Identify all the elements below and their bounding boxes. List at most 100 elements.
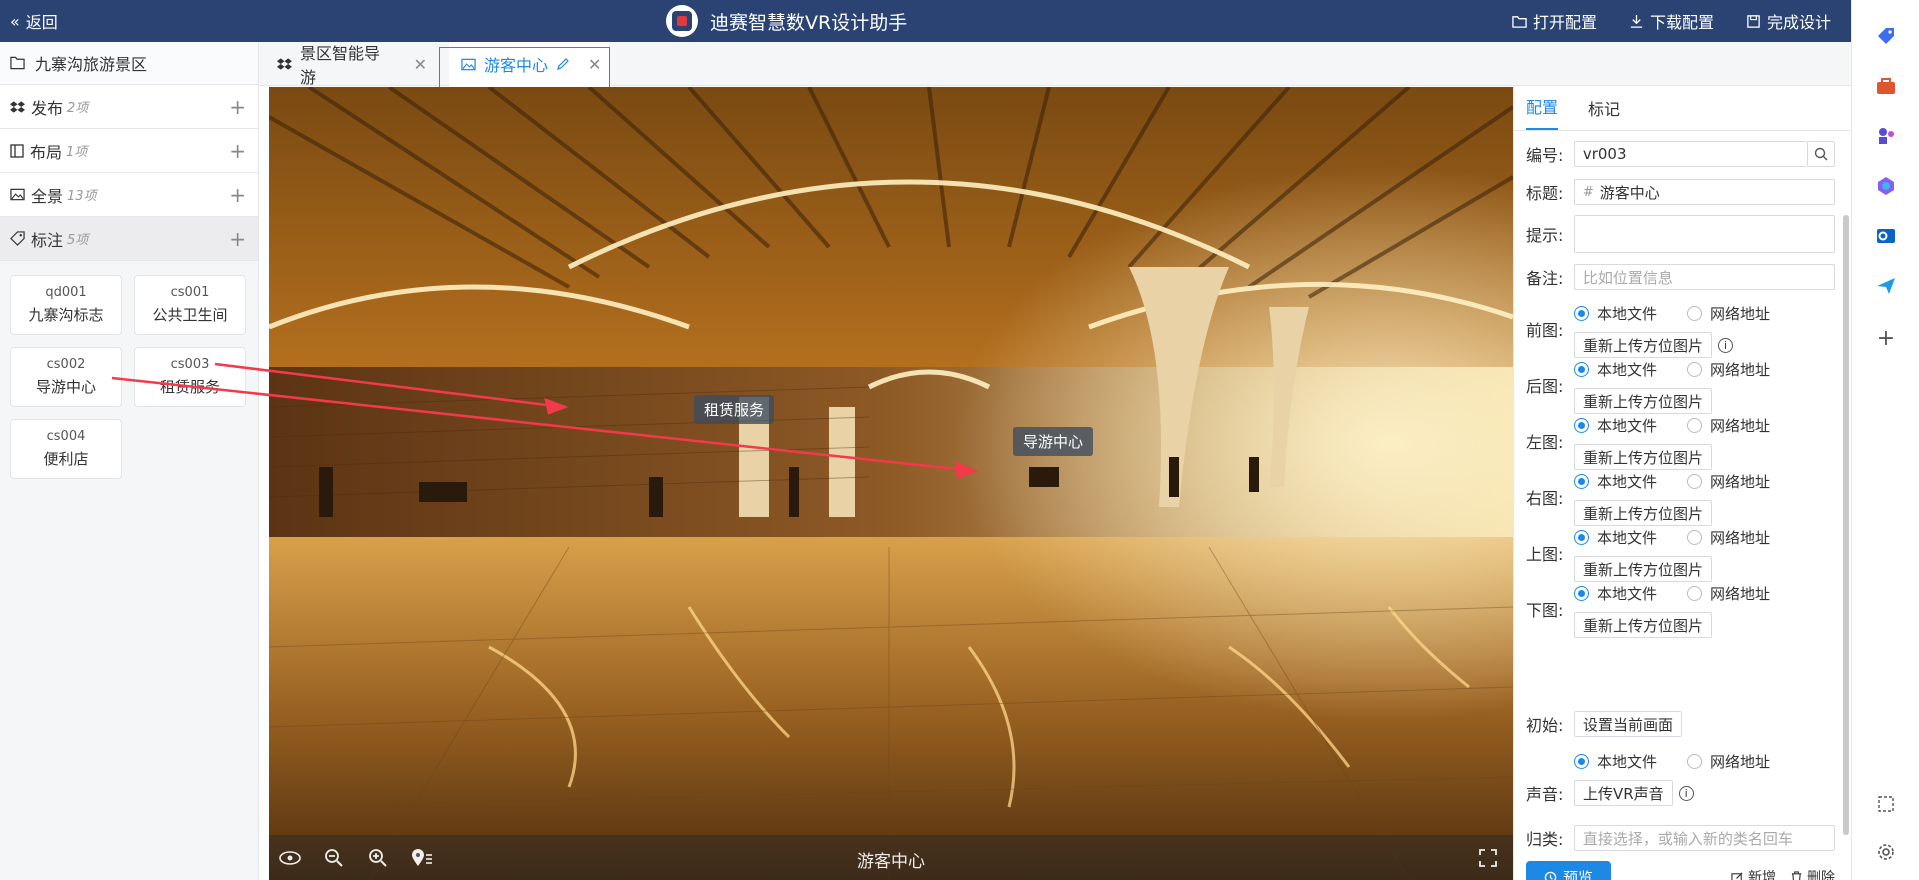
marker-code: cs003 (170, 357, 210, 372)
delete-button[interactable]: 删除 (1790, 867, 1835, 880)
sidebar-section-marker[interactable]: 标注 5项 + (0, 217, 258, 261)
face-radio-net[interactable]: 网络地址 (1687, 415, 1770, 436)
location-list-icon[interactable] (409, 845, 435, 871)
radio-selected-icon (1574, 418, 1589, 433)
set-current-view-button[interactable]: 设置当前画面 (1574, 711, 1683, 737)
face-radio-net[interactable]: 网络地址 (1687, 527, 1770, 548)
hint-input[interactable] (1573, 215, 1835, 253)
field-sound-row: 声音: 本地文件 网络地址 上传VR声音 i (1526, 751, 1835, 806)
face-radio-net[interactable]: 网络地址 (1687, 303, 1770, 324)
sidebar-section-panorama[interactable]: 全景 13项 + (0, 173, 258, 217)
settings-gear-icon[interactable] (1872, 838, 1900, 866)
add-layout-button[interactable]: + (229, 139, 246, 163)
back-button[interactable]: « 返回 (10, 0, 58, 42)
radio-selected-icon (1574, 754, 1589, 769)
add-button[interactable]: 新增 (1731, 867, 1776, 880)
tab-marker[interactable]: 标记 (1588, 96, 1620, 130)
face-radio-net[interactable]: 网络地址 (1687, 583, 1770, 604)
marker-card[interactable]: cs001 公共卫生间 (134, 275, 246, 335)
category-input[interactable]: 直接选择，或输入新的类名回车 (1573, 825, 1835, 851)
copilot-icon[interactable] (1872, 172, 1900, 200)
zoom-in-icon[interactable] (365, 845, 391, 871)
marker-card[interactable]: cs002 导游中心 (10, 347, 122, 407)
title-input[interactable]: # 游客中心 (1573, 179, 1835, 205)
tag-extension-icon[interactable] (1872, 22, 1900, 50)
reupload-face-image-button[interactable]: 重新上传方位图片 (1574, 332, 1713, 358)
section-count: 13项 (67, 189, 97, 204)
field-label: 标题: (1526, 184, 1564, 203)
face-radio-net[interactable]: 网络地址 (1687, 359, 1770, 380)
zoom-out-icon[interactable] (321, 845, 347, 871)
panel-footer: 预览 新增 删除 (1526, 861, 1835, 880)
panorama-viewer[interactable]: 租赁服务 导游中心 游客中心 (269, 87, 1513, 880)
remark-input[interactable]: 比如位置信息 (1573, 264, 1835, 290)
marker-code: cs004 (46, 429, 86, 444)
radio-icon (1687, 530, 1703, 545)
sound-radio-local[interactable]: 本地文件 (1574, 751, 1657, 772)
radio-selected-icon (1574, 586, 1589, 601)
download-config-label: 下载配置 (1649, 13, 1714, 32)
tab-config[interactable]: 配置 (1526, 94, 1559, 130)
tab-label: 游客中心 (484, 56, 549, 75)
sidebar-root-label: 九寨沟旅游景区 (35, 55, 148, 74)
add-panorama-button[interactable]: + (229, 183, 246, 207)
radio-label: 本地文件 (1597, 417, 1658, 435)
face-radio-local[interactable]: 本地文件 (1574, 583, 1657, 604)
preview-label: 预览 (1563, 868, 1594, 880)
browser-side-rail: + (1851, 0, 1919, 880)
info-icon[interactable]: i (1718, 337, 1734, 353)
viewer-control-bar: 游客中心 (269, 835, 1513, 880)
panel-scrollbar[interactable] (1843, 215, 1849, 835)
send-icon[interactable] (1872, 272, 1900, 300)
marker-card[interactable]: cs004 便利店 (10, 419, 122, 479)
screenshot-icon[interactable] (1872, 790, 1900, 818)
upload-sound-button[interactable]: 上传VR声音 (1574, 780, 1673, 806)
field-label: 初始: (1526, 716, 1564, 735)
face-radio-net[interactable]: 网络地址 (1687, 471, 1770, 492)
section-label: 全景 (31, 186, 64, 206)
radio-label: 网络地址 (1710, 585, 1771, 603)
edit-pencil-icon[interactable] (556, 57, 570, 71)
close-tab-icon[interactable]: ✕ (588, 55, 601, 74)
tab-visitor-center[interactable]: 游客中心 ✕ (449, 42, 609, 86)
hotspot-guide-center[interactable]: 导游中心 (1013, 427, 1094, 456)
marker-card[interactable]: cs003 租赁服务 (134, 347, 246, 407)
info-icon[interactable]: i (1678, 785, 1694, 801)
preview-button[interactable]: 预览 (1526, 861, 1612, 880)
face-radio-local[interactable]: 本地文件 (1574, 527, 1657, 548)
id-input[interactable]: vr003 (1573, 141, 1808, 167)
rotate-icon[interactable] (277, 845, 303, 871)
search-button[interactable] (1807, 141, 1835, 167)
radio-label: 本地文件 (1597, 529, 1658, 547)
download-config-button[interactable]: 下载配置 (1629, 9, 1714, 33)
marker-card[interactable]: qd001 九寨沟标志 (10, 275, 122, 335)
finish-design-button[interactable]: 完成设计 (1746, 9, 1831, 33)
reupload-face-image-button[interactable]: 重新上传方位图片 (1574, 612, 1713, 638)
face-radio-local[interactable]: 本地文件 (1574, 303, 1657, 324)
open-config-button[interactable]: 打开配置 (1512, 9, 1597, 33)
tab-scenic-guide[interactable]: 景区智能导游 ✕ (277, 42, 427, 87)
reupload-face-image-button[interactable]: 重新上传方位图片 (1574, 388, 1713, 414)
face-radio-local[interactable]: 本地文件 (1574, 415, 1657, 436)
field-label: 左图: (1526, 433, 1564, 452)
sidebar-section-layout[interactable]: 布局 1项 + (0, 129, 258, 173)
add-icon[interactable]: + (1872, 324, 1900, 352)
face-radio-local[interactable]: 本地文件 (1574, 359, 1657, 380)
toolbox-icon[interactable] (1872, 72, 1900, 100)
face-radio-local[interactable]: 本地文件 (1574, 471, 1657, 492)
reupload-face-image-button[interactable]: 重新上传方位图片 (1574, 556, 1713, 582)
sidebar-root-item[interactable]: 九寨沟旅游景区 (0, 42, 258, 85)
add-marker-button[interactable]: + (229, 227, 246, 251)
add-publish-button[interactable]: + (229, 95, 246, 119)
reupload-face-image-button[interactable]: 重新上传方位图片 (1574, 444, 1713, 470)
hotspot-rental-service[interactable]: 租赁服务 (694, 395, 775, 424)
field-label: 前图: (1526, 321, 1564, 340)
fullscreen-icon[interactable] (1475, 845, 1501, 871)
chess-icon[interactable] (1872, 122, 1900, 150)
sidebar-section-publish[interactable]: 发布 2项 + (0, 85, 258, 129)
sound-radio-net[interactable]: 网络地址 (1687, 751, 1770, 772)
app-title: 迪赛智慧数VR设计助手 (666, 0, 907, 42)
reupload-face-image-button[interactable]: 重新上传方位图片 (1574, 500, 1713, 526)
outlook-icon[interactable] (1872, 222, 1900, 250)
close-tab-icon[interactable]: ✕ (414, 55, 427, 74)
